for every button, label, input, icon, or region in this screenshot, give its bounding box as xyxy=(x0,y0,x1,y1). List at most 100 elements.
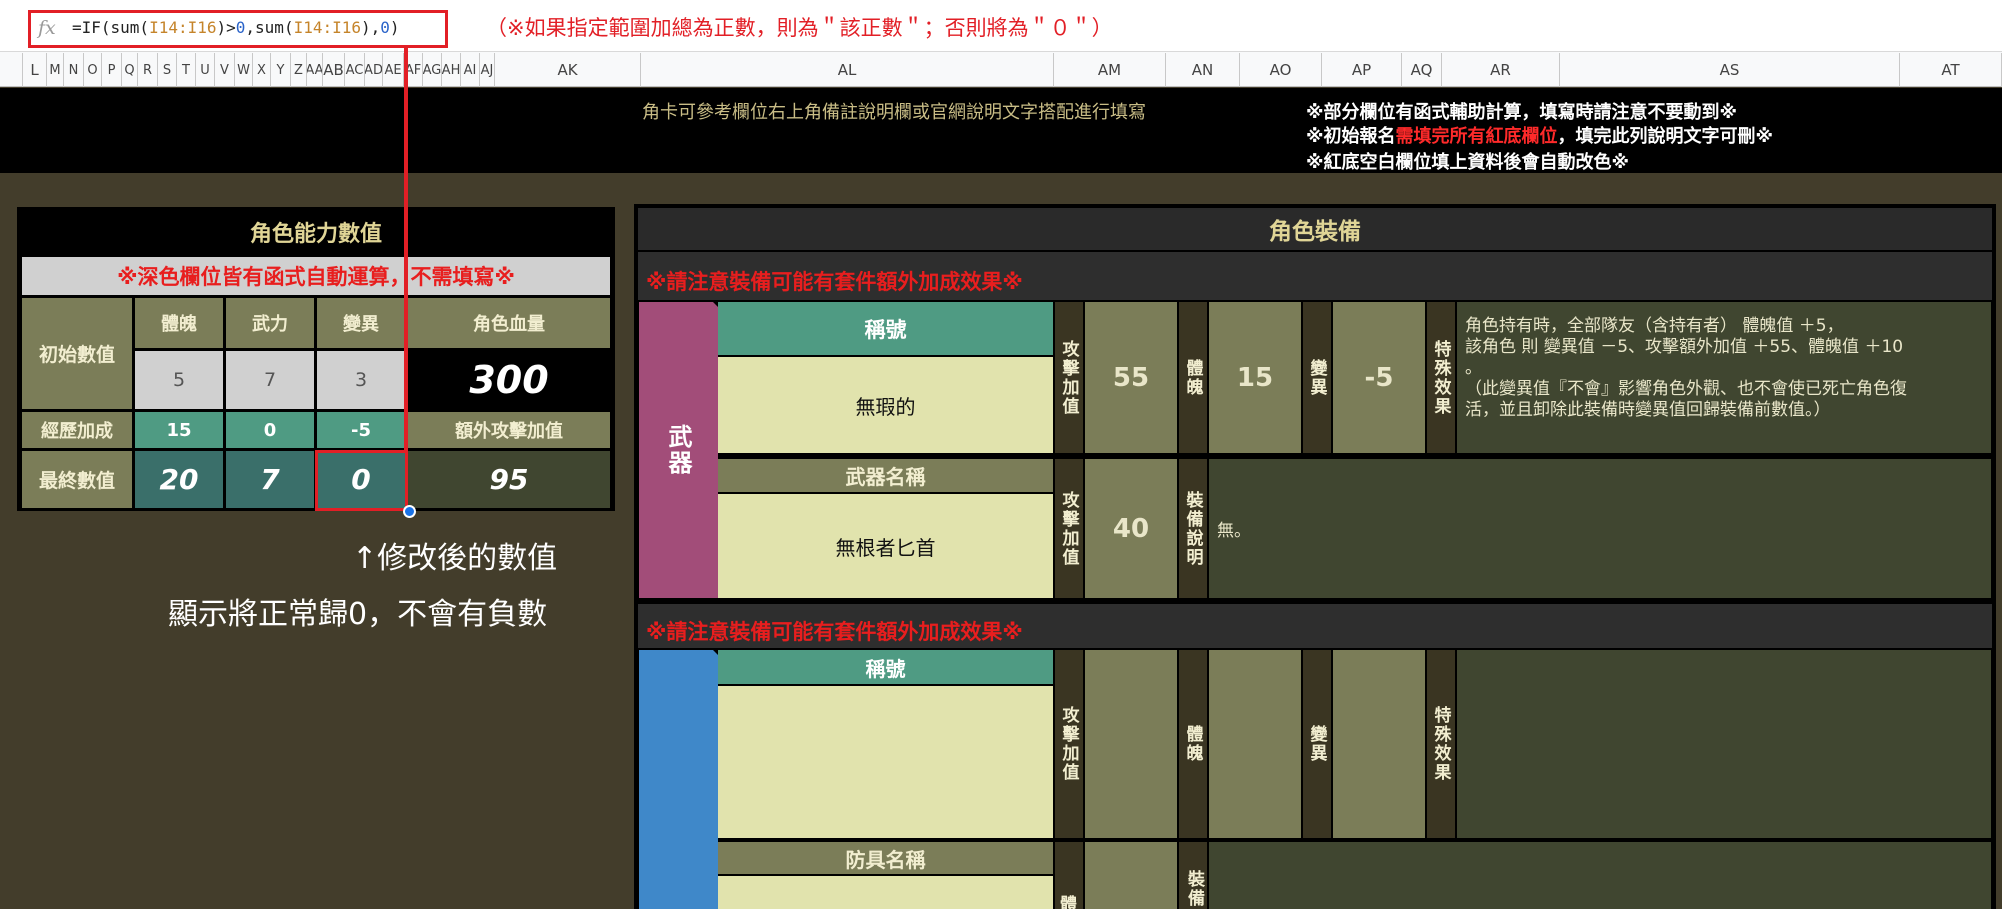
armor-atk-label: 攻擊加值 xyxy=(1055,650,1083,838)
formula-part: =IF(sum( xyxy=(72,18,150,37)
column-header-m[interactable]: M xyxy=(47,53,64,87)
exp-physique[interactable]: 15 xyxy=(135,412,223,448)
column-header-aj[interactable]: AJ xyxy=(480,53,495,87)
armor-desc-value[interactable] xyxy=(1209,842,1991,909)
equipment-title: 角色裝備 xyxy=(638,208,1992,250)
column-header-q[interactable]: Q xyxy=(122,53,138,87)
armor-name-value[interactable] xyxy=(718,876,1053,909)
column-header-ah[interactable]: AH xyxy=(442,53,461,87)
weapon-desc-text: 無。 xyxy=(1217,521,1251,541)
banner-line-2-start: ※初始報名 xyxy=(1306,126,1396,147)
column-header-ad[interactable]: AD xyxy=(365,53,383,87)
final-physique[interactable]: 20 xyxy=(135,451,223,508)
column-header-z[interactable]: Z xyxy=(291,53,307,87)
initial-force[interactable]: 7 xyxy=(226,351,314,409)
column-header-ae[interactable]: AE xyxy=(383,53,404,87)
column-header-s[interactable]: S xyxy=(158,53,177,87)
weapon-title-value[interactable]: 無瑕的 xyxy=(718,357,1053,453)
weapon-body-value[interactable]: 15 xyxy=(1209,302,1301,453)
weapon-desc-label-text: 裝備說明 xyxy=(1182,490,1203,567)
weapon-side-label: 武器 xyxy=(639,302,718,598)
column-header-ap[interactable]: AP xyxy=(1322,53,1402,87)
column-header-y[interactable]: Y xyxy=(271,53,291,87)
armor-mut-value[interactable] xyxy=(1333,650,1425,838)
column-header-ab[interactable]: AB xyxy=(323,53,345,87)
column-header-l[interactable]: L xyxy=(23,53,47,87)
column-header-o[interactable]: O xyxy=(84,53,102,87)
exp-force[interactable]: 0 xyxy=(226,412,314,448)
row-number-gutter xyxy=(0,53,23,87)
column-header-w[interactable]: W xyxy=(235,53,253,87)
column-header-ak[interactable]: AK xyxy=(495,53,641,87)
formula-part: )> xyxy=(216,18,236,37)
column-header-u[interactable]: U xyxy=(196,53,215,87)
armor-special-label-text: 特殊效果 xyxy=(1430,706,1451,782)
column-header-as[interactable]: AS xyxy=(1560,53,1900,87)
special-effect-line: 該角色 則 變異值 －5、攻擊額外加值 ＋55、體魄值 ＋10 xyxy=(1465,337,1904,357)
selection-fill-handle[interactable] xyxy=(403,505,416,518)
column-header-t[interactable]: T xyxy=(177,53,196,87)
header-hp: 角色血量 xyxy=(408,298,610,348)
weapon-name-atk-value[interactable]: 40 xyxy=(1085,459,1177,598)
armor-atk-label-text: 攻擊加值 xyxy=(1058,706,1079,782)
column-header-r[interactable]: R xyxy=(138,53,158,87)
column-header-at[interactable]: AT xyxy=(1900,53,2002,87)
weapon-special-effect[interactable]: 角色持有時，全部隊友（含持有者） 體魄值 ＋5， 該角色 則 變異值 －5、攻擊… xyxy=(1457,302,1991,453)
armor-special-effect[interactable] xyxy=(1457,650,1991,838)
special-effect-line: 。 xyxy=(1465,358,1482,378)
weapon-name-value[interactable]: 無根者匕首 xyxy=(718,494,1053,598)
armor-name-label: 防具名稱 xyxy=(718,842,1053,874)
formula-range: I14:I16 xyxy=(149,18,217,37)
weapon-desc-value[interactable]: 無。 xyxy=(1209,459,1991,598)
row-label-final: 最終數值 xyxy=(22,451,132,508)
annotation-line-2: 顯示將正常歸0，不會有負數 xyxy=(168,597,548,632)
column-header-n[interactable]: N xyxy=(64,53,84,87)
hp-value[interactable]: 300 xyxy=(408,351,610,409)
extra-attack-value[interactable]: 95 xyxy=(408,451,610,508)
column-header-ag[interactable]: AG xyxy=(423,53,442,87)
exp-mutation[interactable]: -5 xyxy=(317,412,405,448)
armor-name-body-label-text: 體 xyxy=(1060,895,1077,909)
extra-attack-label: 額外攻擊加值 xyxy=(408,412,610,448)
column-header-al[interactable]: AL xyxy=(641,53,1054,87)
annotation-line-1: ↑修改後的數值 xyxy=(352,541,558,576)
column-header-ao[interactable]: AO xyxy=(1240,53,1322,87)
weapon-name-atk-label: 攻擊加值 xyxy=(1055,459,1083,598)
armor-desc-label: 裝備 xyxy=(1179,842,1207,909)
column-header-ac[interactable]: AC xyxy=(345,53,365,87)
armor-body-label-text: 體魄 xyxy=(1182,725,1203,763)
armor-name-body-value[interactable] xyxy=(1085,842,1177,909)
banner-line-2: ※初始報名需填完所有紅底欄位，填完此列說明文字可刪※ xyxy=(1306,122,1773,148)
armor-body-label: 體魄 xyxy=(1179,650,1207,838)
column-header-p[interactable]: P xyxy=(102,53,122,87)
column-header-v[interactable]: V xyxy=(215,53,235,87)
weapon-atk-value[interactable]: 55 xyxy=(1085,302,1177,453)
final-force[interactable]: 7 xyxy=(226,451,314,508)
armor-side-label xyxy=(639,650,718,909)
weapon-name-label: 武器名稱 xyxy=(718,459,1053,492)
armor-title-value[interactable] xyxy=(718,686,1053,838)
formula-input[interactable]: =IF(sum(I14:I16)>0,sum(I14:I16),0) xyxy=(72,18,400,42)
armor-atk-value[interactable] xyxy=(1085,650,1177,838)
weapon-mut-label-text: 變異 xyxy=(1306,358,1327,397)
column-header-aq[interactable]: AQ xyxy=(1402,53,1442,87)
weapon-special-label: 特殊效果 xyxy=(1427,302,1455,453)
column-header-an[interactable]: AN xyxy=(1166,53,1240,87)
column-header-aa[interactable]: AA xyxy=(307,53,323,87)
column-header-ar[interactable]: AR xyxy=(1442,53,1560,87)
column-header-ai[interactable]: AI xyxy=(461,53,480,87)
selected-cell-highlight[interactable] xyxy=(315,450,408,511)
annotation-connector xyxy=(404,46,408,452)
armor-name-body-label: 體 xyxy=(1055,842,1083,909)
armor-body-value[interactable] xyxy=(1209,650,1301,838)
weapon-name-atk-label-text: 攻擊加值 xyxy=(1058,490,1079,567)
initial-physique[interactable]: 5 xyxy=(135,351,223,409)
initial-mutation[interactable]: 3 xyxy=(317,351,405,409)
column-header-am[interactable]: AM xyxy=(1054,53,1166,87)
armor-desc-label-text: 裝備 xyxy=(1184,870,1204,908)
formula-number: 0 xyxy=(380,18,390,37)
column-header-x[interactable]: X xyxy=(253,53,271,87)
weapon-mut-value[interactable]: -5 xyxy=(1333,302,1425,453)
banner-line-2-end: ，填完此列說明文字可刪※ xyxy=(1557,126,1774,147)
weapon-set-warning: ※請注意裝備可能有套件額外加成效果※ xyxy=(646,270,1023,294)
